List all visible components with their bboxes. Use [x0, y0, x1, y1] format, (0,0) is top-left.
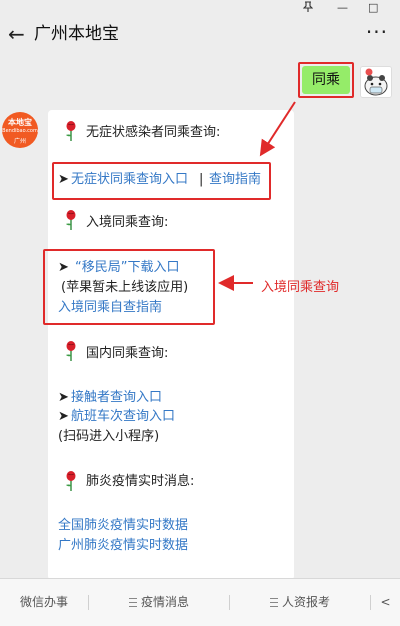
mini-program-note: (扫码进入小程序) [58, 429, 160, 444]
menu-epidemic-news[interactable]: 疫情消息 [89, 579, 229, 626]
section-inbound-title: 入境同乘查询: [86, 215, 169, 230]
avatar-city-text: 广州 [13, 138, 26, 145]
guangzhou-epidemic-data-link[interactable]: 广州肺炎疫情实时数据 [58, 538, 188, 554]
menu-label: 微信办事 [19, 595, 68, 609]
top-nav-bar: ← 广州本地宝 ··· [0, 18, 400, 54]
menu-label: 疫情消息 [140, 595, 189, 609]
rose-icon [66, 471, 76, 491]
flight-train-query-link[interactable]: 航班车次查询入口 [71, 409, 175, 425]
official-account-avatar[interactable]: 本地宝 Bendibao.com 广州 [2, 112, 38, 148]
submenu-icon [269, 598, 278, 607]
asymptomatic-highlight-box [52, 162, 271, 200]
user-avatar[interactable] [360, 66, 392, 98]
page-title: 广州本地宝 [34, 24, 119, 44]
rose-icon [66, 121, 76, 141]
rose-icon [66, 341, 76, 361]
more-options-icon[interactable]: ··· [366, 21, 388, 43]
inbound-annotation-label: 入境同乘查询 [261, 280, 340, 295]
rose-icon [66, 210, 76, 230]
menu-wechat-services[interactable]: 微信办事 [0, 579, 88, 626]
maximize-button[interactable]: □ [368, 1, 378, 14]
pin-icon[interactable] [302, 1, 314, 16]
menu-hr-exams[interactable]: 人资报考 [230, 579, 370, 626]
keyboard-toggle-icon[interactable]: < [371, 579, 400, 626]
arrow-bullet-icon: ➤ [58, 390, 69, 405]
submenu-icon [128, 598, 137, 607]
bottom-menu-bar: 微信办事 疫情消息 人资报考 < [0, 578, 400, 626]
minimize-button[interactable]: — [337, 1, 348, 14]
sent-message-bubble[interactable]: 同乘 [302, 66, 350, 94]
avatar-brand-text: 本地宝 [8, 118, 32, 127]
back-arrow-icon[interactable]: ← [8, 23, 25, 45]
section-domestic-title: 国内同乘查询: [86, 346, 169, 361]
avatar-site-text: Bendibao.com [2, 128, 38, 134]
window-controls: — □ [0, 0, 400, 18]
arrow-bullet-icon: ➤ [58, 409, 69, 424]
keyboard-toggle-symbol: < [380, 595, 391, 609]
contact-query-link[interactable]: 接触者查询入口 [71, 390, 162, 406]
section-epidemic-title: 肺炎疫情实时消息: [86, 474, 195, 489]
inbound-highlight-box [43, 249, 215, 325]
masked-character-avatar-icon [361, 67, 391, 97]
section-asymptomatic-title: 无症状感染者同乘查询: [86, 125, 221, 140]
national-epidemic-data-link[interactable]: 全国肺炎疫情实时数据 [58, 518, 188, 534]
menu-label: 人资报考 [281, 595, 330, 609]
